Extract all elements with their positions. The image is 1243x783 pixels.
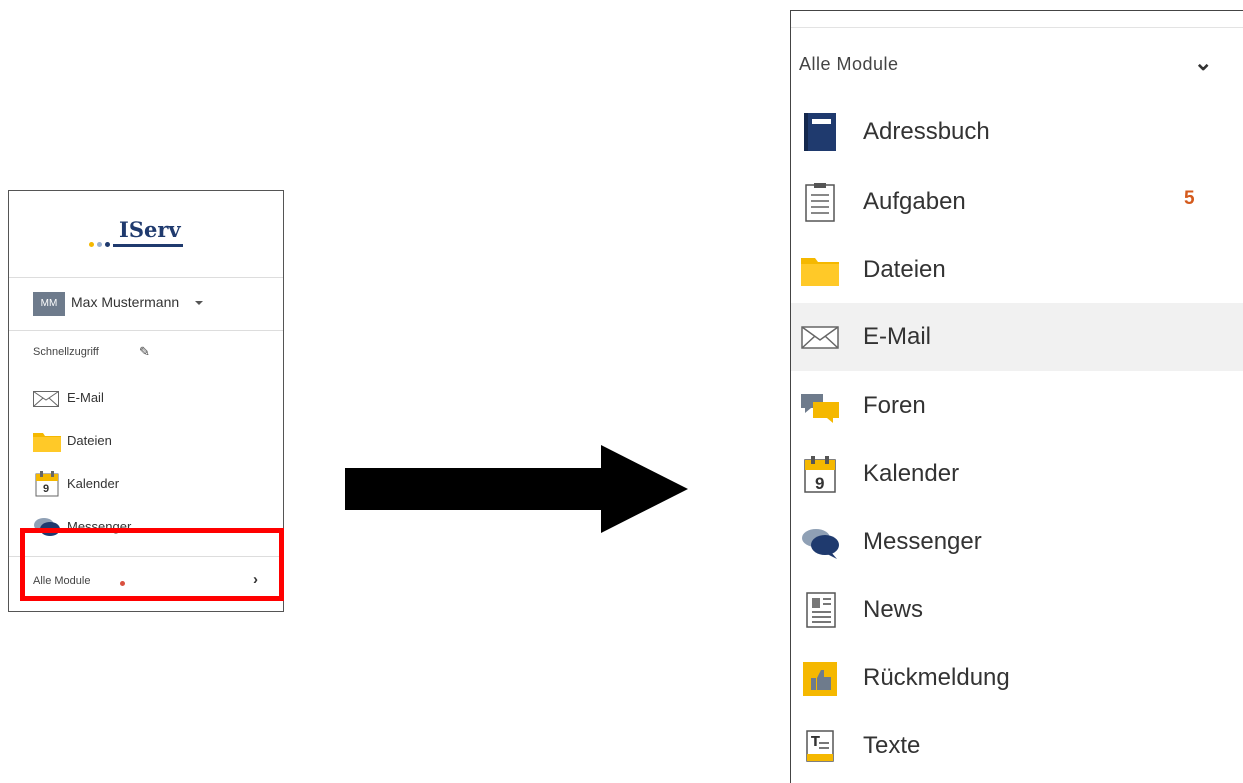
user-name: Max Mustermann <box>71 294 180 310</box>
module-item-label: Adressbuch <box>863 118 990 145</box>
quick-access-label: Schnellzugriff <box>33 346 99 358</box>
addressbook-icon <box>804 113 836 151</box>
module-item-addressbook[interactable]: Adressbuch <box>791 98 1243 166</box>
messenger-icon <box>802 529 839 559</box>
texts-icon: T <box>806 730 834 762</box>
caret-down-icon <box>195 301 203 305</box>
calendar-day: 9 <box>815 474 825 493</box>
module-item-label: Rückmeldung <box>863 664 1010 691</box>
user-menu[interactable]: MM Max Mustermann <box>9 278 283 331</box>
logo-dot <box>105 242 110 247</box>
module-item-forum[interactable]: Foren <box>791 372 1243 440</box>
module-item-calendar[interactable]: 9 Kalender <box>791 440 1243 508</box>
highlight-box <box>20 528 284 601</box>
module-item-label: Dateien <box>863 256 946 283</box>
module-item-email[interactable]: E-Mail <box>791 303 1243 371</box>
feedback-icon <box>803 662 837 696</box>
sidebar-item-label: Dateien <box>67 433 112 448</box>
mail-icon <box>33 391 59 407</box>
arrow-head <box>601 445 688 533</box>
iserv-logo[interactable]: IServ <box>9 191 283 278</box>
all-modules-header[interactable]: Alle Module ⌄ <box>791 27 1243 98</box>
sidebar-item-label: E-Mail <box>67 390 104 405</box>
folder-icon <box>801 258 839 286</box>
sidebar-item-label: Kalender <box>67 476 120 491</box>
count-badge: 5 <box>1184 188 1195 209</box>
logo-underline <box>113 244 183 247</box>
chevron-down-icon: ⌄ <box>1194 50 1213 75</box>
module-item-texts[interactable]: T Texte <box>791 712 1243 780</box>
logo-dot <box>97 242 102 247</box>
module-item-label: Aufgaben <box>863 188 966 215</box>
module-item-tasks[interactable]: Aufgaben 5 <box>791 168 1243 236</box>
arrow-right-icon <box>345 468 603 510</box>
module-item-label: Foren <box>863 392 926 419</box>
module-item-news[interactable]: News <box>791 576 1243 644</box>
module-item-label: News <box>863 596 924 623</box>
module-item-messenger[interactable]: Messenger <box>791 508 1243 576</box>
calendar-day: 9 <box>43 483 50 495</box>
all-modules-label: Alle Module <box>799 54 899 74</box>
modules-panel: Alle Module ⌄ Adressbuch Aufgaben 5 Date… <box>790 10 1243 783</box>
folder-icon <box>33 433 61 452</box>
sidebar-item-email[interactable]: E-Mail <box>33 385 273 411</box>
module-item-label: Kalender <box>863 460 960 487</box>
sidebar-item-files[interactable]: Dateien <box>33 428 273 454</box>
module-item-label: Messenger <box>863 528 982 555</box>
tasks-icon <box>805 183 835 222</box>
pencil-icon[interactable]: ✎ <box>139 344 150 360</box>
forum-icon <box>801 394 839 423</box>
module-item-files[interactable]: Dateien <box>791 236 1243 304</box>
mail-icon <box>801 326 839 349</box>
news-icon <box>806 592 836 628</box>
module-item-label: E-Mail <box>863 323 932 350</box>
logo-dot <box>89 242 94 247</box>
logo-text: IServ <box>119 217 181 242</box>
module-item-label: Texte <box>863 732 921 759</box>
svg-text:T: T <box>811 735 820 750</box>
sidebar-item-calendar[interactable]: 9 Kalender <box>33 471 273 497</box>
avatar: MM <box>33 292 65 316</box>
module-item-feedback[interactable]: Rückmeldung <box>791 644 1243 712</box>
